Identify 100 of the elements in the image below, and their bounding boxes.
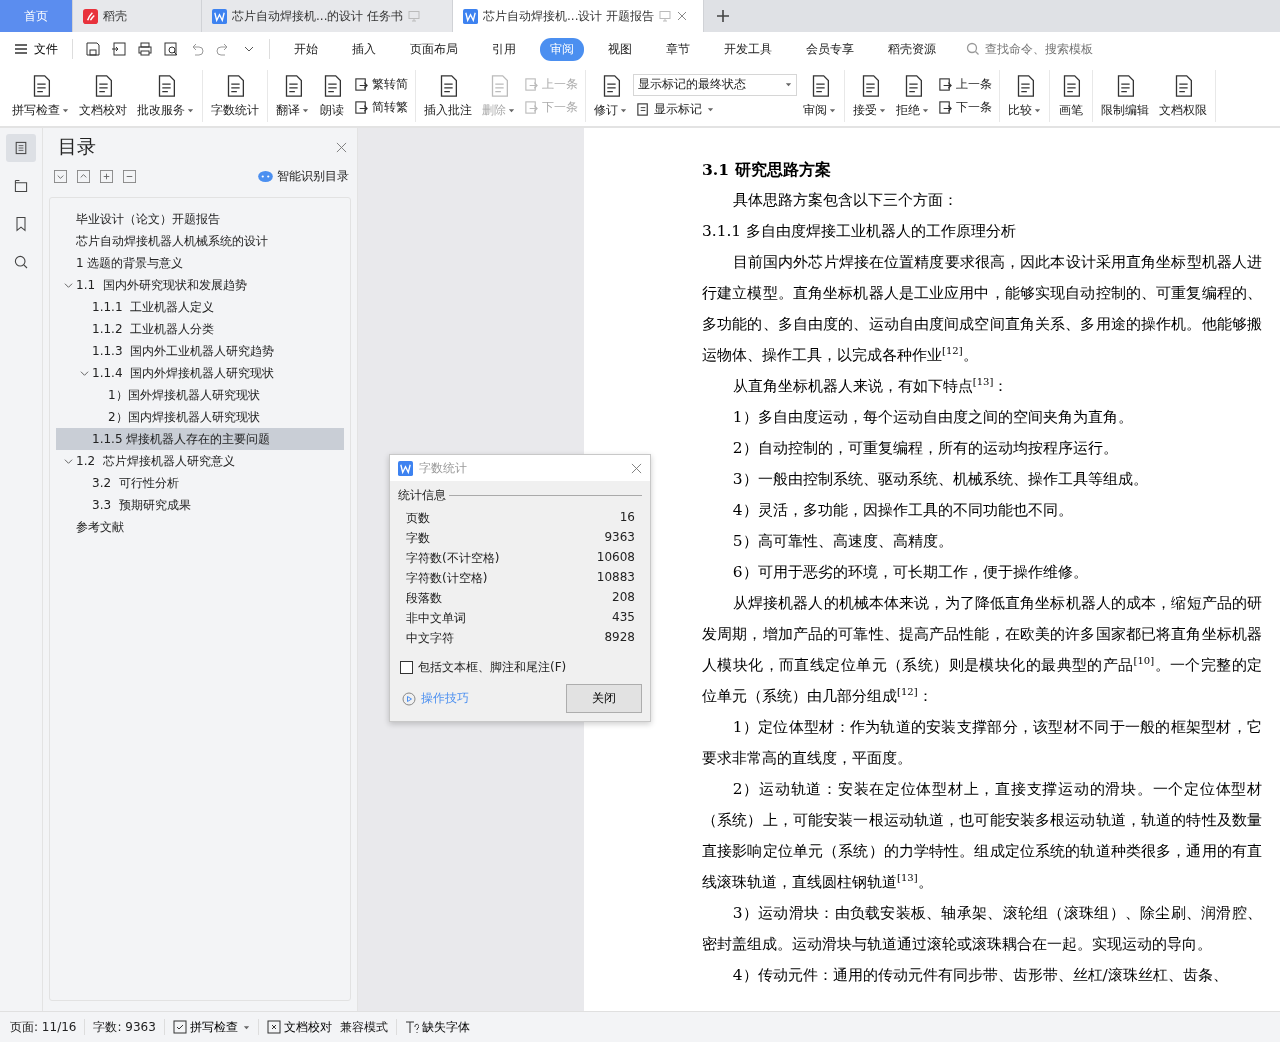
document-icon: [636, 101, 651, 117]
save-icon[interactable]: [85, 41, 101, 57]
page-indicator[interactable]: 页面: 11/16: [10, 1018, 77, 1036]
outline-item[interactable]: 3.3 预期研究成果: [56, 494, 344, 516]
expand-down-icon[interactable]: [54, 170, 67, 183]
file-menu-button[interactable]: 文件: [10, 40, 62, 58]
ribbon-button[interactable]: 翻译: [272, 71, 313, 121]
play-circle-icon: [402, 691, 416, 706]
outline-item[interactable]: 1.1.1 工业机器人定义: [56, 296, 344, 318]
stat-label: 字符数(不计空格): [406, 550, 500, 567]
outline-item[interactable]: 1.1.4 国内外焊接机器人研究现状: [56, 362, 344, 384]
checkbox[interactable]: [400, 661, 413, 674]
outline-item[interactable]: 3.2 可行性分析: [56, 472, 344, 494]
ribbon-button[interactable]: 插入批注: [420, 71, 476, 121]
spell-check-button[interactable]: 拼写检查: [172, 1018, 250, 1036]
ribbon-tab[interactable]: 开发工具: [714, 37, 782, 61]
chevron-down-icon[interactable]: [63, 456, 73, 466]
outline-item[interactable]: 1.2 芯片焊接机器人研究意义: [56, 450, 344, 472]
ribbon-button[interactable]: 拒绝: [892, 71, 933, 121]
ribbon-button[interactable]: 朗读: [315, 71, 349, 121]
outline-item[interactable]: 参考文献: [56, 516, 344, 538]
outline-item[interactable]: 芯片自动焊接机器人机械系统的设计: [56, 230, 344, 252]
stat-value: 435: [612, 610, 635, 626]
outline-icon[interactable]: [6, 134, 36, 162]
plus-icon[interactable]: [100, 170, 113, 183]
collapse-up-icon[interactable]: [77, 170, 90, 183]
ribbon-small-button[interactable]: 上一条: [935, 75, 995, 94]
ribbon-tab[interactable]: 页面布局: [400, 37, 468, 61]
ribbon-tab[interactable]: 视图: [598, 37, 642, 61]
stat-value: 10883: [596, 570, 635, 586]
markup-display-dropdown[interactable]: 显示标记的最终状态: [633, 73, 797, 96]
chevron-down-icon[interactable]: [79, 368, 89, 378]
document-tab[interactable]: 芯片自动焊接机...设计 开题报告: [453, 0, 704, 32]
add-tab-icon[interactable]: [716, 9, 730, 23]
close-icon[interactable]: [336, 141, 347, 153]
caret-icon[interactable]: [707, 105, 714, 113]
ribbon-small-button[interactable]: 繁转简: [351, 75, 411, 94]
show-markup-button[interactable]: 显示标记: [633, 99, 797, 119]
missing-fonts-button[interactable]: 缺失字体: [404, 1018, 470, 1036]
close-icon[interactable]: [676, 10, 689, 22]
ribbon-button[interactable]: 画笔: [1054, 71, 1088, 121]
ribbon-button[interactable]: 文档权限: [1155, 71, 1211, 121]
caret-icon[interactable]: [879, 107, 886, 114]
body-paragraph: 从直角坐标机器人来说，有如下特点$^{[13]}$：: [731, 374, 1010, 397]
outline-item[interactable]: 1.1 国内外研究现状和发展趋势: [56, 274, 344, 296]
body-paragraph: 2）自动控制的，可重复编程，所有的运动均按程序运行。: [731, 438, 1119, 459]
close-icon[interactable]: [631, 462, 642, 474]
ribbon-tab[interactable]: 插入: [342, 37, 386, 61]
ribbon-button[interactable]: 审阅: [799, 71, 840, 121]
ribbon-button[interactable]: 限制编辑: [1097, 71, 1153, 121]
export-icon[interactable]: [111, 41, 127, 57]
caret-icon[interactable]: [922, 107, 929, 114]
outline-item[interactable]: 2）国内焊接机器人研究现状: [56, 406, 344, 428]
caret-icon[interactable]: [829, 107, 836, 114]
caret-icon[interactable]: [620, 107, 627, 114]
ribbon-tab[interactable]: 引用: [482, 37, 526, 61]
caret-icon[interactable]: [187, 107, 194, 114]
section-label: 统计信息: [398, 487, 446, 504]
print-icon[interactable]: [137, 41, 153, 57]
proofread-button[interactable]: 文档校对: [266, 1018, 332, 1036]
menu-icon: [14, 43, 28, 55]
ribbon-button[interactable]: 比较: [1004, 71, 1045, 121]
caret-icon[interactable]: [242, 1023, 250, 1031]
font-question-icon: [404, 1020, 419, 1034]
ribbon-button[interactable]: 字数统计: [207, 71, 263, 121]
ribbon-tab[interactable]: 稻壳资源: [878, 37, 946, 61]
smart-outline-link[interactable]: 智能识别目录: [277, 168, 349, 185]
minus-icon[interactable]: [123, 170, 136, 183]
outline-item[interactable]: 1 选题的背景与意义: [56, 252, 344, 274]
caret-icon[interactable]: [1034, 107, 1041, 114]
chevron-down-icon[interactable]: [63, 280, 73, 290]
compatibility-mode[interactable]: 兼容模式: [339, 1018, 388, 1036]
word-count[interactable]: 字数: 9363: [93, 1018, 156, 1036]
stat-value: 208: [612, 590, 635, 606]
close-button[interactable]: 关闭: [566, 684, 642, 713]
outline-item[interactable]: 1.1.5 焊接机器人存在的主要问题: [56, 428, 344, 450]
body-paragraph: 目前国内外芯片焊接在位置精度要求很高，因此本设计采用直角坐标型机器人进行建立模型。直角坐标机器人是工业应用中，能够实现自动控制的、可重复编程的、多功能的、多自由度的、运动自由度间成空间直角关系、多用途的操作机。他能够搬运物体、操作工具，以完成各种作业$^{[12]}$。: [702, 252, 1262, 366]
outline-item[interactable]: 毕业设计（论文）开题报告: [56, 208, 344, 230]
caret-icon[interactable]: [302, 107, 309, 114]
ribbon-button[interactable]: 修订: [590, 71, 631, 121]
ribbon-button[interactable]: 拼写检查: [8, 71, 73, 121]
caret-icon[interactable]: [62, 107, 69, 114]
ribbon-button[interactable]: 文档校对: [75, 71, 131, 121]
ribbon-tab[interactable]: 开始: [284, 37, 328, 61]
print-preview-icon[interactable]: [163, 41, 179, 57]
outline-item[interactable]: 1）国外焊接机器人研究现状: [56, 384, 344, 406]
command-search-field[interactable]: 查找命令、搜索模板: [966, 41, 1137, 57]
ribbon-button[interactable]: 批改服务: [133, 71, 198, 121]
outline-item[interactable]: 1.1.3 国内外工业机器人研究趋势: [56, 340, 344, 362]
ribbon-tab[interactable]: 章节: [656, 37, 700, 61]
document-tab[interactable]: 芯片自动焊接机...的设计 任务书: [202, 0, 453, 32]
outline-item[interactable]: 1.1.2 工业机器人分类: [56, 318, 344, 340]
ribbon-tab[interactable]: 会员专享: [796, 37, 864, 61]
stat-value: 16: [619, 510, 635, 526]
caret-icon[interactable]: [785, 81, 792, 88]
ribbon-small-button[interactable]: 下一条: [935, 98, 995, 117]
document-tab[interactable]: 稻壳: [73, 0, 202, 32]
ribbon-button[interactable]: 接受: [849, 71, 890, 121]
ribbon-small-button[interactable]: 简转繁: [351, 98, 411, 117]
outline-title: 目录: [58, 134, 96, 159]
